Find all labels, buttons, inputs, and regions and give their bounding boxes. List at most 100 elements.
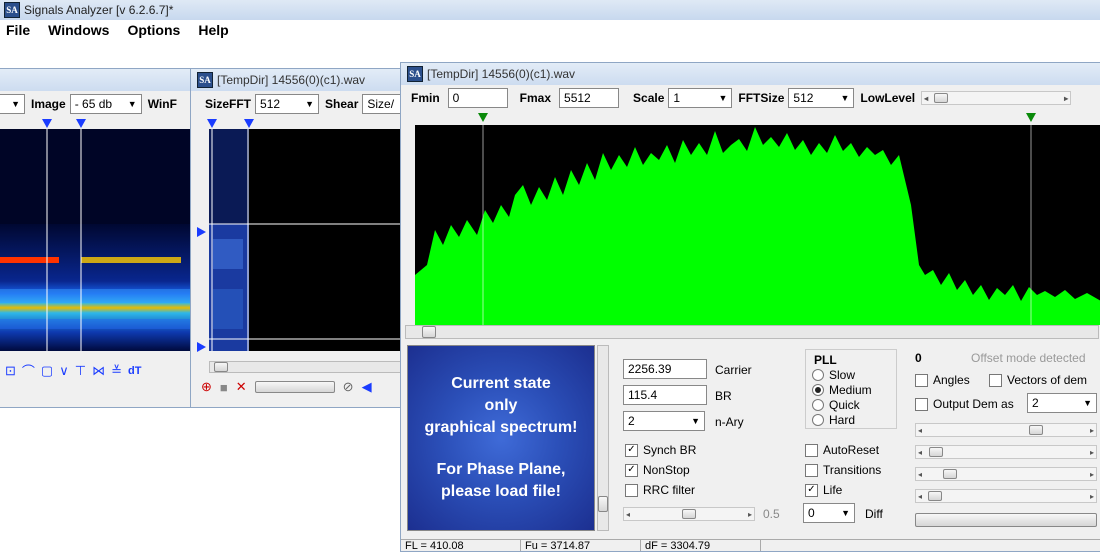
spectrum-marker-left[interactable] xyxy=(478,113,488,122)
status-fu: Fu = 3714.87 xyxy=(521,540,641,551)
pll-hard-radio[interactable]: Hard xyxy=(812,413,855,427)
nonstop-checkbox[interactable]: ✓ NonStop xyxy=(625,463,690,477)
speaker-icon[interactable]: ◀ xyxy=(362,379,372,395)
fmin-label: Fmin xyxy=(411,91,440,105)
square-tool-icon[interactable]: ⊡ xyxy=(5,363,16,379)
fmax-input[interactable]: 5512 xyxy=(559,88,620,108)
menu-options[interactable]: Options xyxy=(121,22,186,38)
menu-bar: File Windows Options Help xyxy=(0,20,1100,40)
left-partial-select[interactable]: ▼ xyxy=(0,94,25,114)
phase-vscrollbar[interactable] xyxy=(597,345,609,531)
mid-marker-row xyxy=(191,117,407,129)
carrier-input[interactable]: 2256.39 xyxy=(623,359,707,379)
phase-line-5: please load file! xyxy=(440,483,562,500)
nary-select[interactable]: 2 ▼ xyxy=(623,411,705,431)
mid-hscrollbar[interactable] xyxy=(209,361,407,373)
output-dem-select[interactable]: 2 ▼ xyxy=(1027,393,1097,413)
pll-label: PLL xyxy=(812,353,839,367)
life-checkbox[interactable]: ✓ Life xyxy=(805,483,842,497)
main-toolbar: Fmin 0 Fmax 5512 Scale 1 ▼ FFTSize 512 ▼ L… xyxy=(401,85,1100,111)
pll-slow-radio[interactable]: Slow xyxy=(812,368,855,382)
left-spectrogram-canvas[interactable] xyxy=(0,129,193,351)
lowlevel-thumb[interactable] xyxy=(934,93,949,103)
mid-slider[interactable] xyxy=(254,381,335,393)
vectors-checkbox[interactable]: Vectors of dem xyxy=(989,373,1087,387)
lowlevel-slider[interactable]: ◂ ▸ xyxy=(921,91,1072,105)
left-spectrogram-window[interactable]: ▼ Image - 65 db ▼ WinF ⊡ ⌒ ▢ ∨ ⊤ ⋈ ≚ dT xyxy=(0,68,194,408)
main-marker-row xyxy=(401,111,1100,125)
offset-slider-1[interactable]: ◂ ▸ xyxy=(915,423,1097,437)
main-window-title: [TempDir] 14556(0)(c1).wav xyxy=(427,67,576,81)
rect-tool-icon[interactable]: ▢ xyxy=(41,363,53,379)
app-title: Signals Analyzer [v 6.2.6.7]* xyxy=(24,3,174,17)
bowtie-tool-icon[interactable]: ⋈ xyxy=(92,363,105,379)
offset-slider-2[interactable]: ◂ ▸ xyxy=(915,445,1097,459)
mid-tool-row: ⊕ ■ ✕ ⊘ ◀ xyxy=(201,379,372,395)
fftsize-select[interactable]: 512 ▼ xyxy=(788,88,855,108)
main-spectrum-window[interactable]: SA [TempDir] 14556(0)(c1).wav Fmin 0 Fma… xyxy=(400,62,1100,552)
phase-line-2: only xyxy=(484,397,518,414)
synch-br-checkbox[interactable]: ✓ Synch BR xyxy=(625,443,696,457)
status-fl: FL = 410.08 xyxy=(401,540,521,551)
left-spectrogram-image xyxy=(0,129,193,351)
fftsize-label: FFTSize xyxy=(738,91,785,105)
nary-label: n-Ary xyxy=(715,415,744,429)
offset-slider-4[interactable]: ◂ ▸ xyxy=(915,489,1097,503)
spectrum-hscrollbar[interactable] xyxy=(405,325,1099,339)
br-input[interactable]: 115.4 xyxy=(623,385,707,405)
left-marker-b[interactable] xyxy=(76,119,86,128)
sizefft-label: SizeFFT xyxy=(205,97,252,111)
mid-window-logo: SA xyxy=(197,72,213,88)
double-bowtie-tool-icon[interactable]: ≚ xyxy=(111,363,122,379)
output-dem-checkbox[interactable]: Output Dem as xyxy=(915,397,1014,411)
image-db-select[interactable]: - 65 db ▼ xyxy=(69,94,142,114)
mid-spectrogram-canvas[interactable] xyxy=(209,129,407,351)
main-window-logo: SA xyxy=(407,66,423,82)
zoom-icon[interactable]: ⊕ xyxy=(201,379,212,395)
menu-help[interactable]: Help xyxy=(192,22,234,38)
delete-block-icon[interactable]: ■ xyxy=(220,380,228,395)
cross-out-icon[interactable]: ✕ xyxy=(236,379,247,395)
rrc-filter-checkbox[interactable]: RRC filter xyxy=(625,483,695,497)
phase-vscroll-thumb[interactable] xyxy=(598,496,608,512)
left-marker-row xyxy=(0,117,193,129)
demod-slider-thumb[interactable] xyxy=(682,509,696,519)
fmin-input[interactable]: 0 xyxy=(447,88,508,108)
lowlevel-label: LowLevel xyxy=(860,91,916,105)
demod-slider[interactable]: ◂ ▸ xyxy=(623,507,755,521)
phase-line-4: For Phase Plane, xyxy=(436,461,566,478)
cross-tool-icon[interactable]: ⊤ xyxy=(75,363,86,379)
scale-select[interactable]: 1 ▼ xyxy=(668,88,733,108)
mid-hscroll-thumb[interactable] xyxy=(214,362,228,372)
transitions-checkbox[interactable]: Transitions xyxy=(805,463,881,477)
diff-select[interactable]: 0 ▼ xyxy=(803,503,855,523)
offset-slider-3[interactable]: ◂ ▸ xyxy=(915,467,1097,481)
menu-windows[interactable]: Windows xyxy=(42,22,115,38)
main-window-header: SA [TempDir] 14556(0)(c1).wav xyxy=(401,63,1100,85)
mid-spectrogram-window[interactable]: SA [TempDir] 14556(0)(c1).wav SizeFFT 51… xyxy=(190,68,408,408)
pll-group: PLL Slow Medium Quick Hard xyxy=(805,349,897,429)
spectrum-hscroll-thumb[interactable] xyxy=(422,326,436,338)
left-marker-a[interactable] xyxy=(42,119,52,128)
mid-hmarker-b[interactable] xyxy=(197,342,206,352)
valley-tool-icon[interactable]: ∨ xyxy=(59,363,69,379)
left-tool-row: ⊡ ⌒ ▢ ∨ ⊤ ⋈ ≚ dT xyxy=(0,361,193,380)
spectrum-marker-right[interactable] xyxy=(1026,113,1036,122)
shear-select[interactable]: Size/ xyxy=(362,94,403,114)
offset-wide-bar[interactable] xyxy=(915,513,1097,527)
angles-checkbox[interactable]: Angles xyxy=(915,373,970,387)
left-spacer xyxy=(0,351,193,361)
sizefft-select[interactable]: 512 ▼ xyxy=(255,94,320,114)
pll-quick-radio[interactable]: Quick xyxy=(812,398,860,412)
spectrum-plot[interactable] xyxy=(415,125,1100,325)
arc-tool-icon[interactable]: ⌒ xyxy=(22,361,35,380)
mid-marker-a[interactable] xyxy=(207,119,217,128)
dt-tool-button[interactable]: dT xyxy=(128,365,141,377)
no-entry-icon[interactable]: ⊘ xyxy=(343,379,354,395)
pll-medium-radio[interactable]: Medium xyxy=(812,383,872,397)
demod-slider-value: 0.5 xyxy=(763,507,780,521)
mid-hmarker-a[interactable] xyxy=(197,227,206,237)
mid-marker-b[interactable] xyxy=(244,119,254,128)
autoreset-checkbox[interactable]: AutoReset xyxy=(805,443,879,457)
menu-file[interactable]: File xyxy=(0,22,36,38)
